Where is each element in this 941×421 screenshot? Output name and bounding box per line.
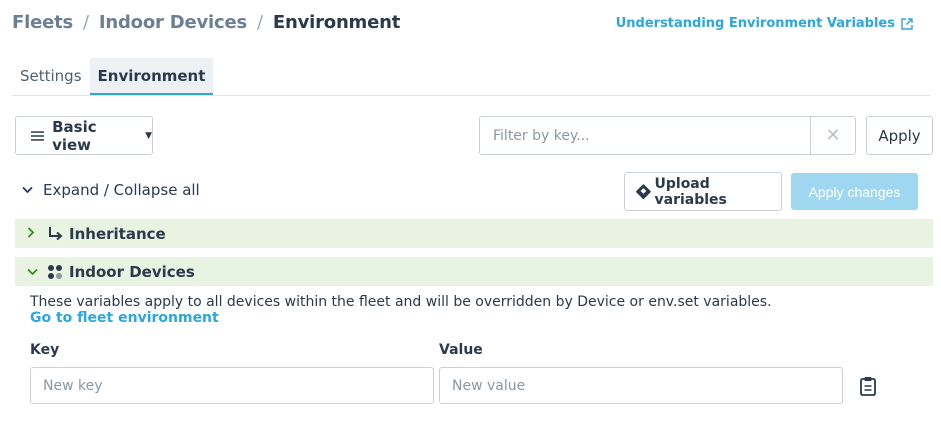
apply-changes-button[interactable]: Apply changes <box>791 173 918 210</box>
expand-collapse-label: Expand / Collapse all <box>43 181 200 199</box>
upload-variables-label: Upload variables <box>654 175 727 208</box>
chevron-down-icon <box>22 184 33 197</box>
breadcrumb-separator: / <box>83 12 89 33</box>
arrow-down-right-icon <box>49 227 63 241</box>
hamburger-icon <box>31 130 45 141</box>
clipboard-icon[interactable] <box>859 376 877 396</box>
expand-collapse-all-toggle[interactable]: Expand / Collapse all <box>22 181 200 199</box>
filter-field: ✕ <box>479 116 856 155</box>
value-column-label: Value <box>439 342 483 358</box>
view-label: Basic view <box>52 117 97 154</box>
apply-filter-button[interactable]: Apply <box>866 116 933 155</box>
fleet-label: Indoor Devices <box>69 262 195 281</box>
go-to-fleet-environment-link[interactable]: Go to fleet environment <box>30 310 219 326</box>
tab-environment[interactable]: Environment <box>89 58 214 95</box>
tab-settings[interactable]: Settings <box>12 58 90 95</box>
inheritance-section-header[interactable]: Inheritance <box>15 219 933 248</box>
chevron-down-icon <box>27 265 41 279</box>
filter-input[interactable] <box>480 117 810 154</box>
fleet-dots-icon <box>47 264 63 280</box>
new-value-input[interactable] <box>439 367 843 404</box>
breadcrumb-fleets[interactable]: Fleets <box>12 12 73 33</box>
understanding-env-vars-link[interactable]: Understanding Environment Variables <box>616 16 913 31</box>
inheritance-label: Inheritance <box>69 224 166 243</box>
external-link-icon <box>901 17 913 30</box>
help-link-label: Understanding Environment Variables <box>615 16 895 31</box>
basic-view-dropdown[interactable]: Basic view ▼ <box>15 116 153 155</box>
caret-down-icon: ▼ <box>145 130 152 141</box>
clear-filter-button[interactable]: ✕ <box>810 117 855 154</box>
upload-variables-button[interactable]: Upload variables <box>624 172 782 211</box>
fleet-description: These variables apply to all devices wit… <box>30 294 772 310</box>
upload-diamond-icon <box>635 183 651 200</box>
key-column-label: Key <box>30 342 60 358</box>
breadcrumb: Fleets / Indoor Devices / Environment <box>12 12 400 33</box>
new-key-input[interactable] <box>30 367 434 404</box>
tab-bar: Settings Environment <box>12 58 930 96</box>
breadcrumb-separator: / <box>257 12 263 33</box>
page-title: Environment <box>272 12 401 33</box>
chevron-right-icon <box>27 226 41 241</box>
close-icon: ✕ <box>825 125 841 146</box>
fleet-section-header[interactable]: Indoor Devices <box>15 257 933 286</box>
breadcrumb-indoor-devices[interactable]: Indoor Devices <box>99 12 247 33</box>
